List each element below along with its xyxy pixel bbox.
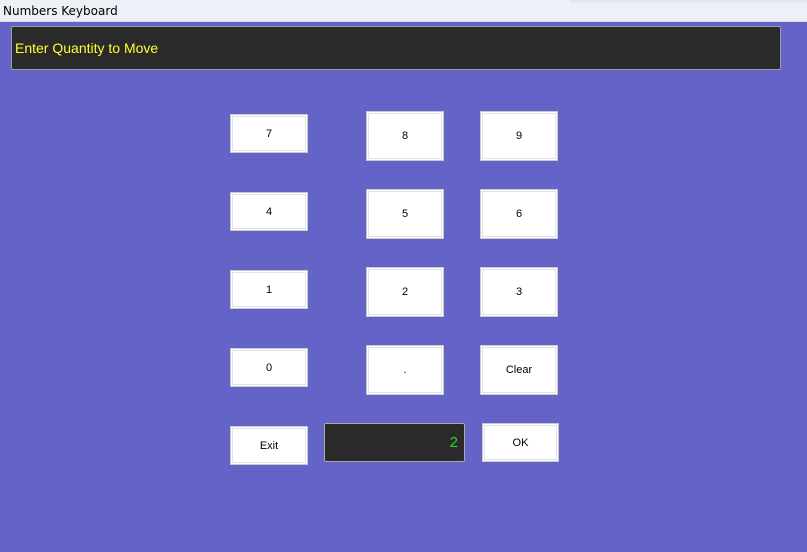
key-3[interactable]: 3 — [480, 267, 558, 317]
key-1[interactable]: 1 — [230, 270, 308, 309]
quantity-display: 2 — [324, 423, 465, 462]
key-decimal-point[interactable]: . — [366, 345, 444, 395]
exit-button[interactable]: Exit — [230, 426, 308, 465]
numbers-keyboard-window: Numbers Keyboard Enter Quantity to Move … — [0, 0, 807, 552]
prompt-banner: Enter Quantity to Move — [11, 26, 781, 70]
title-bar: Numbers Keyboard — [0, 0, 807, 22]
ok-button[interactable]: OK — [482, 423, 559, 462]
key-5[interactable]: 5 — [366, 189, 444, 239]
title-bar-accent — [570, 0, 807, 3]
key-9[interactable]: 9 — [480, 111, 558, 161]
key-0[interactable]: 0 — [230, 348, 308, 387]
clear-button[interactable]: Clear — [480, 345, 558, 395]
quantity-value: 2 — [449, 434, 458, 451]
key-8[interactable]: 8 — [366, 111, 444, 161]
prompt-text: Enter Quantity to Move — [15, 40, 159, 56]
key-4[interactable]: 4 — [230, 192, 308, 231]
key-6[interactable]: 6 — [480, 189, 558, 239]
key-2[interactable]: 2 — [366, 267, 444, 317]
key-7[interactable]: 7 — [230, 114, 308, 153]
window-title: Numbers Keyboard — [3, 4, 118, 18]
